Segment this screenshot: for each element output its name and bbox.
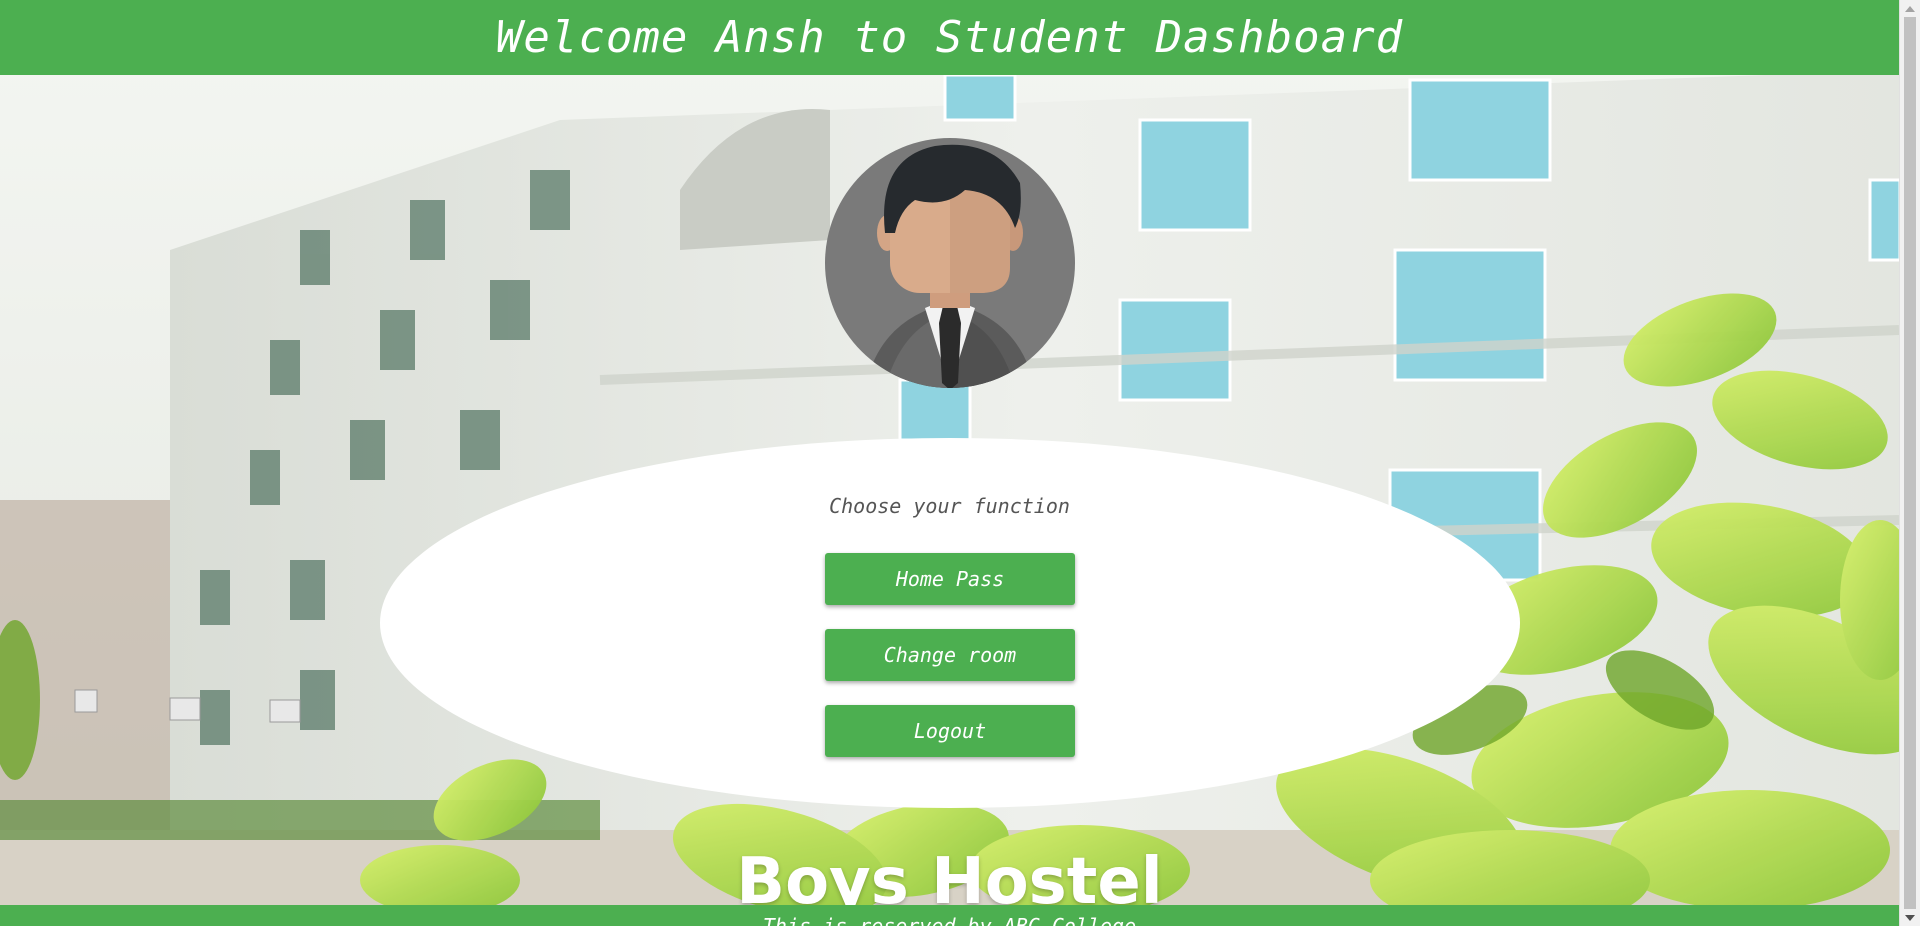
- logout-button[interactable]: Logout: [825, 705, 1075, 757]
- change-room-button[interactable]: Change room: [825, 629, 1075, 681]
- panel-title: Choose your function: [829, 494, 1070, 518]
- scroll-up-arrow-icon[interactable]: [1900, 0, 1920, 17]
- student-avatar-icon: [825, 138, 1075, 388]
- page-header: Welcome Ansh to Student Dashboard: [0, 0, 1899, 75]
- scroll-down-arrow-icon[interactable]: [1900, 909, 1920, 926]
- page-title: Welcome Ansh to Student Dashboard: [495, 12, 1404, 63]
- scrollbar-thumb[interactable]: [1904, 17, 1916, 909]
- home-pass-button[interactable]: Home Pass: [825, 553, 1075, 605]
- footer-text: This is reserved by ABC College: [762, 914, 1137, 926]
- page: Boys Hostel Welcome Ansh to Student Dash…: [0, 0, 1899, 926]
- page-footer: This is reserved by ABC College: [0, 905, 1899, 926]
- vertical-scrollbar[interactable]: [1899, 0, 1920, 926]
